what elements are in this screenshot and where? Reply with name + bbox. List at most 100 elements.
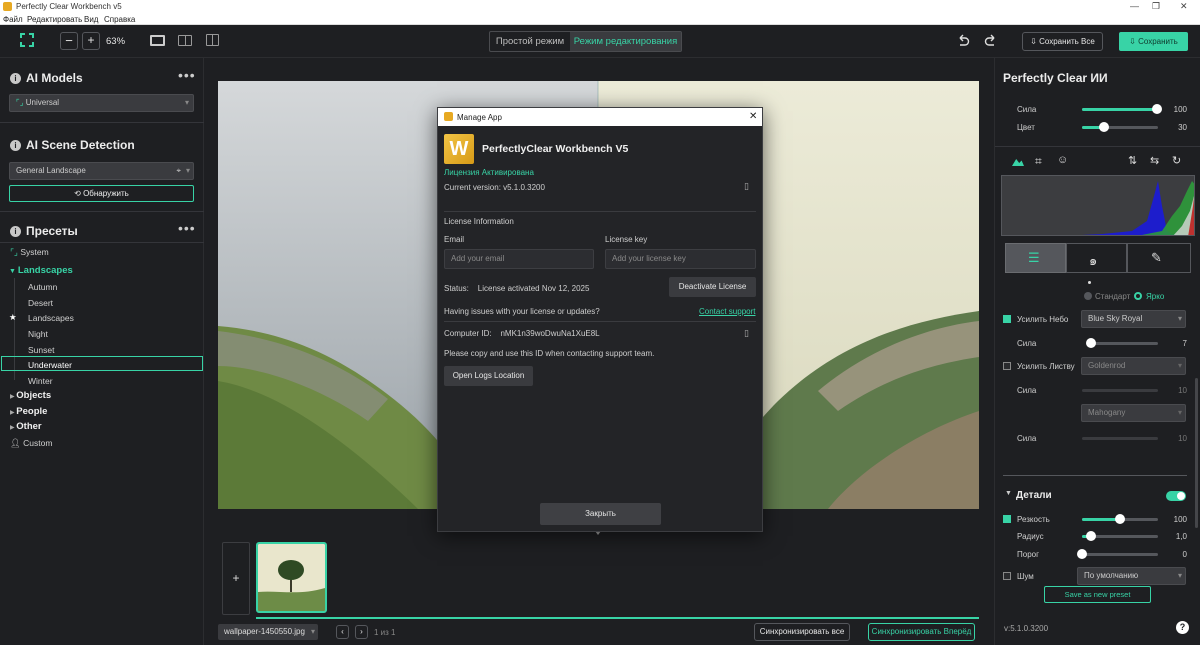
tab-enhance[interactable]: ๑ <box>1066 243 1127 273</box>
preset-item[interactable]: Sunset <box>28 345 54 355</box>
copy-id-icon[interactable]: ▯ <box>744 328 749 339</box>
preset-item[interactable]: Desert <box>28 298 53 308</box>
sky-strength-knob[interactable] <box>1086 338 1096 348</box>
menu-edit[interactable]: Редактировать <box>27 15 82 24</box>
tab-retouch[interactable]: ✎ <box>1127 243 1191 273</box>
window-title: Perfectly Clear Workbench v5 <box>16 2 122 11</box>
sharpness-knob[interactable] <box>1115 514 1125 524</box>
preset-system[interactable]: ⌜⌟ System <box>10 247 49 258</box>
dialog-close-button[interactable]: Закрыть <box>540 503 661 525</box>
mode-switch: Простой режим Режим редактирования <box>489 31 682 52</box>
image-thumbnail[interactable] <box>256 542 327 613</box>
preset-group-landscapes[interactable]: ▼ Landscapes <box>9 265 73 276</box>
filmstrip-scrollbar[interactable] <box>256 617 979 619</box>
presets-title: Пресеты <box>26 224 78 238</box>
color-slider-knob[interactable] <box>1099 122 1109 132</box>
detect-button[interactable]: ⟲ Обнаружить <box>9 185 194 202</box>
preset-item[interactable]: Night <box>28 329 48 339</box>
menu-view[interactable]: Вид <box>84 15 98 24</box>
save-all-button[interactable]: ⇩ Сохранить Все <box>1022 32 1103 51</box>
radius-knob[interactable] <box>1086 531 1096 541</box>
preset-item[interactable]: Winter <box>28 376 53 386</box>
preset-system-label: System <box>20 247 49 257</box>
undo-icon[interactable] <box>956 34 970 48</box>
menu-file[interactable]: Файл <box>3 15 23 24</box>
presets-menu-icon[interactable]: ••• <box>178 220 196 236</box>
right-panel-scrollbar[interactable] <box>1195 378 1198 528</box>
ai-model-dropdown[interactable]: ⌜⌟ Universal ▾ <box>9 94 194 112</box>
prev-image-button[interactable]: ‹ <box>336 625 349 639</box>
copy-version-icon[interactable]: ▯ <box>744 181 749 192</box>
flip-horizontal-icon[interactable]: ⇆ <box>1150 154 1159 167</box>
sky-dropdown[interactable]: Blue Sky Royal ▾ <box>1081 310 1186 328</box>
face-icon[interactable]: ☺ <box>1057 154 1068 166</box>
split-view-icon[interactable] <box>178 35 192 46</box>
standard-radio[interactable] <box>1084 292 1092 300</box>
license-key-input[interactable]: Add your license key <box>605 249 756 269</box>
sky-strength-track[interactable] <box>1090 342 1158 345</box>
mahogany-strength-track[interactable] <box>1082 437 1158 440</box>
email-input[interactable]: Add your email <box>444 249 594 269</box>
mahogany-dropdown[interactable]: Mahogany ▾ <box>1081 404 1186 422</box>
minimize-button[interactable]: — <box>1130 1 1139 11</box>
contact-support-link[interactable]: Contact support <box>699 307 755 316</box>
strength-slider-fill <box>1082 108 1158 111</box>
save-button[interactable]: ⇩ Сохранить <box>1119 32 1188 51</box>
noise-checkbox[interactable] <box>1003 572 1011 580</box>
image-icon[interactable] <box>1012 159 1024 166</box>
details-toggle[interactable] <box>1166 491 1186 501</box>
sync-forward-button[interactable]: Синхронизировать Вперёд <box>868 623 975 641</box>
help-icon[interactable]: ? <box>1176 621 1189 634</box>
file-dropdown[interactable]: wallpaper-1450550.jpg ▾ <box>218 624 318 640</box>
save-icon: ⇩ <box>1129 37 1139 46</box>
preset-group-objects[interactable]: ▶ Objects <box>10 390 51 401</box>
dialog-close-icon[interactable]: ✕ <box>749 111 757 122</box>
foliage-strength-track[interactable] <box>1082 389 1158 392</box>
tab-adjustments[interactable]: ☰ <box>1005 243 1066 273</box>
noise-value: По умолчанию <box>1084 571 1139 580</box>
single-view-icon[interactable] <box>150 35 165 46</box>
preset-custom[interactable]: 👤︎ Custom <box>10 438 52 449</box>
favorite-star-icon[interactable]: ★ <box>9 312 17 323</box>
foliage-dropdown[interactable]: Goldenrod ▾ <box>1081 357 1186 375</box>
flip-vertical-icon[interactable]: ⇅ <box>1128 154 1137 167</box>
close-window-button[interactable]: ✕ <box>1180 1 1188 12</box>
edit-mode-tab[interactable]: Режим редактирования <box>570 32 681 51</box>
target-icon: ⌖ <box>176 166 181 175</box>
scroll-dot <box>1088 281 1091 284</box>
preset-group-other[interactable]: ▶ Other <box>10 421 42 432</box>
preset-item-selected[interactable]: Underwater <box>28 360 72 370</box>
app-mark-icon[interactable] <box>20 33 34 47</box>
threshold-track[interactable] <box>1082 553 1158 556</box>
rotate-icon[interactable]: ↻ <box>1172 154 1181 167</box>
details-collapse-icon[interactable]: ▼ <box>1005 490 1012 497</box>
zoom-out-button[interactable]: − <box>60 32 78 50</box>
dialog-title-bar: Manage App ✕ <box>438 108 762 126</box>
crop-icon[interactable]: ⌗ <box>1035 154 1042 169</box>
next-image-button[interactable]: › <box>355 625 368 639</box>
preset-item[interactable]: Landscapes <box>28 313 74 323</box>
redo-icon[interactable] <box>984 34 998 48</box>
zoom-in-button[interactable]: + <box>82 32 100 50</box>
open-logs-button[interactable]: Open Logs Location <box>444 366 533 386</box>
foliage-checkbox[interactable] <box>1003 362 1011 370</box>
bright-radio[interactable] <box>1134 292 1142 300</box>
scene-dropdown[interactable]: General Landscape ⌖ ▾ <box>9 162 194 180</box>
sharpness-checkbox[interactable] <box>1003 515 1011 523</box>
sky-checkbox[interactable] <box>1003 315 1011 323</box>
preset-group-people[interactable]: ▶ People <box>10 406 47 417</box>
simple-mode-tab[interactable]: Простой режим <box>490 32 570 51</box>
product-name: PerfectlyClear Workbench V5 <box>482 143 629 155</box>
save-preset-button[interactable]: Save as new preset <box>1044 586 1151 603</box>
add-image-button[interactable]: + <box>222 542 250 615</box>
sync-all-button[interactable]: Синхронизировать все <box>754 623 850 641</box>
ai-models-menu-icon[interactable]: ••• <box>178 67 196 83</box>
deactivate-license-button[interactable]: Deactivate License <box>669 277 756 297</box>
menu-help[interactable]: Справка <box>104 15 135 24</box>
preset-item[interactable]: Autumn <box>28 282 57 292</box>
compare-view-icon[interactable] <box>206 34 219 46</box>
maximize-button[interactable]: ❐ <box>1152 1 1160 12</box>
zoom-level: 63% <box>106 36 126 47</box>
noise-dropdown[interactable]: По умолчанию ▾ <box>1077 567 1186 585</box>
threshold-knob[interactable] <box>1077 549 1087 559</box>
